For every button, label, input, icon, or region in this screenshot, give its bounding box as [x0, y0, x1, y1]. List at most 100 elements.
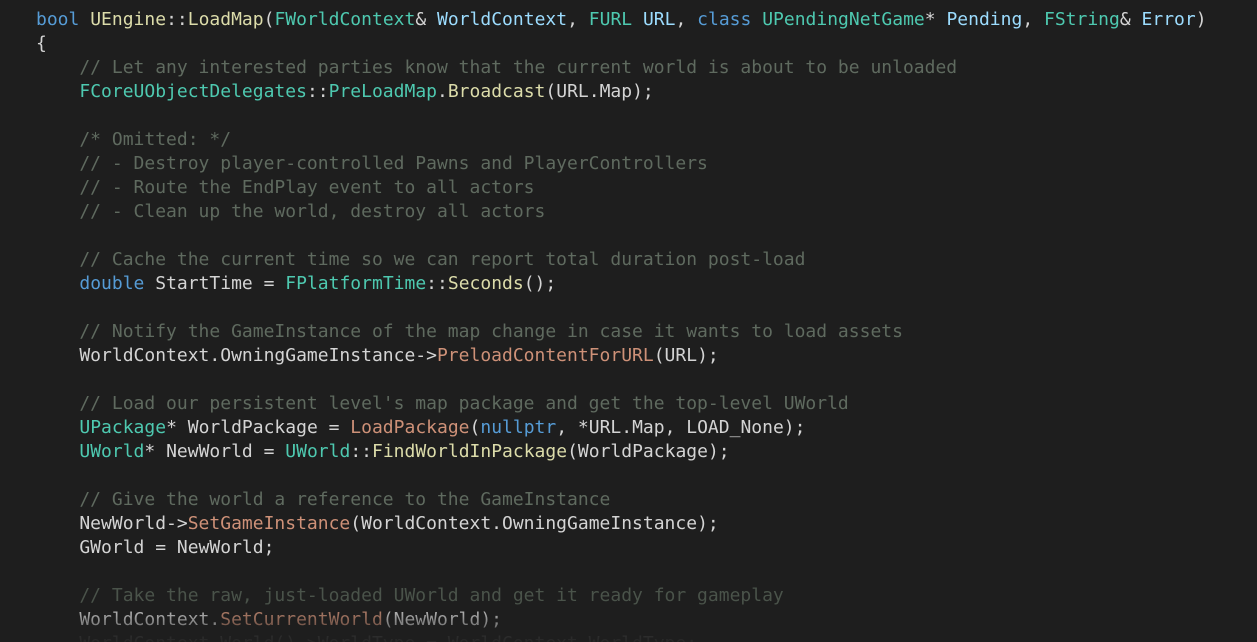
- code-token: Seconds: [447, 273, 524, 294]
- code-line[interactable]: [36, 464, 1207, 488]
- code-token: WorldContext.: [36, 609, 221, 630]
- code-token: FPlatformTime: [285, 273, 427, 294]
- code-token: // - Clean up the world, destroy all act…: [36, 201, 546, 222]
- code-token: GWorld = NewWorld;: [36, 537, 275, 558]
- code-line[interactable]: // - Destroy player-controlled Pawns and…: [36, 152, 1207, 176]
- code-line[interactable]: GWorld = NewWorld;: [36, 536, 1207, 560]
- code-line[interactable]: // Load our persistent level's map packa…: [36, 392, 1207, 416]
- code-token: // Give the world a reference to the Gam…: [36, 489, 611, 510]
- code-token: UPendingNetGame: [762, 9, 925, 30]
- code-line[interactable]: WorldContext.OwningGameInstance->Preload…: [36, 344, 1207, 368]
- code-line[interactable]: // Give the world a reference to the Gam…: [36, 488, 1207, 512]
- code-token: /* Omitted: */: [36, 129, 232, 150]
- code-token: URL: [642, 9, 676, 30]
- code-line[interactable]: UPackage* WorldPackage = LoadPackage(nul…: [36, 416, 1207, 440]
- code-token: (: [469, 417, 481, 438]
- code-token: FCoreUObjectDelegates: [79, 81, 307, 102]
- code-token: NewWorld->: [36, 513, 188, 534]
- code-token: FURL: [588, 9, 633, 30]
- code-line[interactable]: [36, 560, 1207, 584]
- code-token: class: [697, 9, 752, 30]
- code-token: {: [36, 33, 47, 54]
- code-token: ,: [1022, 9, 1044, 30]
- code-line[interactable]: /* Omitted: */: [36, 128, 1207, 152]
- code-line[interactable]: bool UEngine::LoadMap(FWorldContext& Wor…: [36, 8, 1207, 32]
- code-line[interactable]: // Take the raw, just-loaded UWorld and …: [36, 584, 1207, 608]
- code-token: WorldContext.World()->WorldType = WorldC…: [36, 633, 697, 642]
- code-token: Pending: [946, 9, 1023, 30]
- code-token: FindWorldInPackage: [372, 441, 568, 462]
- code-view[interactable]: bool UEngine::LoadMap(FWorldContext& Wor…: [36, 8, 1207, 642]
- code-token: (URL.Map);: [545, 81, 654, 102]
- code-token: StartTime =: [144, 273, 286, 294]
- code-line[interactable]: UWorld* NewWorld = UWorld::FindWorldInPa…: [36, 440, 1207, 464]
- code-token: Error: [1141, 9, 1196, 30]
- code-token: WorldContext: [437, 9, 568, 30]
- code-token: SetCurrentWorld: [220, 609, 383, 630]
- code-token: // Notify the GameInstance of the map ch…: [36, 321, 903, 342]
- code-token: (: [263, 9, 275, 30]
- code-token: * WorldPackage =: [166, 417, 351, 438]
- code-token: SetGameInstance: [187, 513, 351, 534]
- code-line[interactable]: [36, 224, 1207, 248]
- code-token: ::: [306, 81, 329, 102]
- code-token: , *URL.Map, LOAD_None);: [556, 417, 806, 438]
- code-line[interactable]: [36, 296, 1207, 320]
- code-line[interactable]: FCoreUObjectDelegates::PreLoadMap.Broadc…: [36, 80, 1207, 104]
- code-editor[interactable]: bool UEngine::LoadMap(FWorldContext& Wor…: [0, 0, 1257, 642]
- code-token: *: [924, 9, 947, 30]
- code-token: // Take the raw, just-loaded UWorld and …: [36, 585, 784, 606]
- code-token: WorldContext.OwningGameInstance->: [36, 345, 437, 366]
- code-token: ();: [523, 273, 557, 294]
- code-token: UWorld: [285, 441, 351, 462]
- code-token: // - Route the EndPlay event to all acto…: [36, 177, 535, 198]
- code-token: // Let any interested parties know that …: [36, 57, 958, 78]
- code-token: UEngine: [90, 9, 167, 30]
- code-token: .: [437, 81, 448, 102]
- code-line[interactable]: [36, 104, 1207, 128]
- code-token: PreLoadMap: [328, 81, 437, 102]
- code-line[interactable]: // Cache the current time so we can repo…: [36, 248, 1207, 272]
- code-token: ::: [166, 9, 188, 30]
- code-token: ::: [426, 273, 448, 294]
- code-line[interactable]: WorldContext.World()->WorldType = WorldC…: [36, 632, 1207, 642]
- code-token: (NewWorld);: [382, 609, 503, 630]
- code-token: double: [79, 273, 145, 294]
- code-token: &: [1119, 9, 1142, 30]
- code-line[interactable]: // - Route the EndPlay event to all acto…: [36, 176, 1207, 200]
- code-token: UPackage: [79, 417, 167, 438]
- code-token: LoadMap: [187, 9, 264, 30]
- code-token: (WorldContext.OwningGameInstance);: [350, 513, 719, 534]
- code-line[interactable]: WorldContext.SetCurrentWorld(NewWorld);: [36, 608, 1207, 632]
- code-token: (URL);: [653, 345, 719, 366]
- code-line[interactable]: NewWorld->SetGameInstance(WorldContext.O…: [36, 512, 1207, 536]
- code-token: ,: [567, 9, 589, 30]
- code-line[interactable]: double StartTime = FPlatformTime::Second…: [36, 272, 1207, 296]
- code-token: PreloadContentForURL: [436, 345, 654, 366]
- code-token: // - Destroy player-controlled Pawns and…: [36, 153, 708, 174]
- code-token: FString: [1044, 9, 1120, 30]
- code-line[interactable]: // - Clean up the world, destroy all act…: [36, 200, 1207, 224]
- code-token: Broadcast: [447, 81, 546, 102]
- code-token: UWorld: [79, 441, 145, 462]
- code-token: LoadPackage: [350, 417, 470, 438]
- code-token: FWorldContext: [274, 9, 416, 30]
- code-line[interactable]: [36, 368, 1207, 392]
- code-token: nullptr: [480, 417, 557, 438]
- code-token: ,: [675, 9, 698, 30]
- code-token: &: [415, 9, 438, 30]
- code-line[interactable]: // Let any interested parties know that …: [36, 56, 1207, 80]
- code-token: // Cache the current time so we can repo…: [36, 249, 806, 270]
- code-line[interactable]: // Notify the GameInstance of the map ch…: [36, 320, 1207, 344]
- code-line[interactable]: {: [36, 32, 1207, 56]
- code-token: ::: [350, 441, 372, 462]
- code-token: bool: [36, 9, 80, 30]
- code-token: * NewWorld =: [144, 441, 286, 462]
